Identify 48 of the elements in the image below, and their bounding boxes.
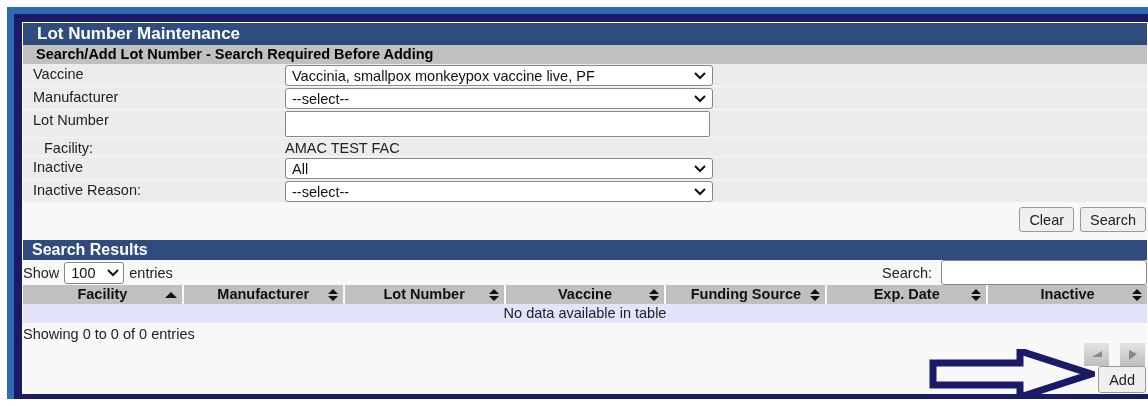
sort-icon [488,288,499,302]
chevron-icon [694,94,706,103]
column-header[interactable]: Vaccine [505,285,665,304]
column-header[interactable]: Inactive [988,285,1147,304]
page-size-dropdown[interactable]: 100 [64,261,125,284]
sort-ascending-icon [164,291,177,299]
search-label: Search: [882,264,932,281]
sort-icon [1132,288,1142,302]
field-label: Facility: [43,139,95,156]
previous-page-button[interactable] [1084,343,1109,366]
form-button[interactable]: Clear [1019,207,1075,232]
chevron-icon [694,187,706,196]
form-button[interactable]: Search [1080,207,1146,232]
field-value: AMAC TEST FAC [285,139,400,156]
next-page-button[interactable] [1120,343,1145,366]
field-label: Inactive [32,158,84,175]
chevron-icon [694,71,706,80]
field-label: Lot Number [32,111,110,128]
chevron-icon [107,268,120,277]
section-subtitle: Search/Add Lot Number - Search Required Before Adding [23,45,1147,64]
section-title: Search Results [23,240,1147,260]
column-header[interactable]: Facility [23,285,182,304]
input-field[interactable] [285,111,710,137]
table-info: Showing 0 to 0 of 0 entries [23,326,195,342]
sort-icon [649,288,660,302]
column-header[interactable]: Funding Source [666,285,826,304]
field-label: Manufacturer [32,88,120,105]
dropdown[interactable]: All [285,158,713,179]
dropdown[interactable]: Vaccinia, smallpox monkeypox vaccine live, PF [285,65,713,86]
entries-label: entries [129,264,173,281]
panel-title: Lot Number Maintenance [23,23,1147,45]
dropdown[interactable]: --select-- [285,88,713,109]
sort-icon [327,288,338,302]
empty-table-message: No data available in table [23,304,1147,323]
column-header[interactable]: Lot Number [344,285,504,304]
sort-icon [971,288,982,302]
chevron-icon [694,164,706,173]
column-header[interactable]: Manufacturer [183,285,343,304]
column-header[interactable]: Exp. Date [827,285,987,304]
search-field[interactable] [941,260,1147,285]
sort-icon [810,288,821,302]
dropdown[interactable]: --select-- [285,181,713,202]
add-button[interactable]: Add [1098,366,1146,393]
left-triangle-icon [1091,349,1102,360]
right-triangle-icon [1127,349,1138,360]
field-label: Inactive Reason: [32,181,142,198]
show-label: Show [23,264,60,281]
field-label: Vaccine [32,65,85,82]
